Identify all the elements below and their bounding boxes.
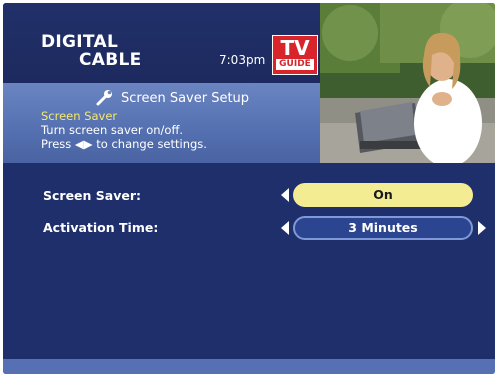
info-panel: Screen Saver Setup Screen Saver Turn scr…	[3, 83, 320, 163]
info-subtitle: Screen Saver	[41, 109, 118, 123]
live-video-preview	[320, 3, 495, 163]
header-panel: DIGITAL CABLE 7:03pm TV GUIDE	[3, 3, 320, 83]
info-line-2: Press ◀▶ to change settings.	[41, 137, 207, 151]
logo-line-1: DIGITAL	[41, 32, 119, 52]
info-line-1: Turn screen saver on/off.	[41, 123, 184, 137]
screen-saver-label: Screen Saver:	[43, 188, 142, 203]
arrow-left-icon[interactable]	[280, 221, 290, 235]
activation-time-value[interactable]: 3 Minutes	[293, 216, 473, 240]
tv-screen: DIGITAL CABLE 7:03pm TV GUIDE Screen Sav…	[3, 3, 495, 374]
tv-guide-logo-tv: TV	[280, 36, 310, 60]
tv-guide-logo: TV GUIDE	[272, 35, 318, 75]
activation-time-label: Activation Time:	[43, 220, 159, 235]
tv-guide-logo-guide: GUIDE	[276, 59, 314, 70]
digital-cable-logo: DIGITAL CABLE	[41, 33, 142, 69]
screen-saver-value[interactable]: On	[293, 183, 473, 207]
logo-line-2: CABLE	[79, 50, 142, 70]
arrow-right-icon[interactable]	[477, 221, 487, 235]
video-image	[320, 3, 495, 163]
bottom-bar	[3, 359, 495, 374]
clock: 7:03pm	[219, 53, 266, 67]
arrow-left-icon[interactable]	[280, 188, 290, 202]
setup-title: Screen Saver Setup	[121, 91, 250, 106]
wrench-icon	[96, 90, 112, 106]
